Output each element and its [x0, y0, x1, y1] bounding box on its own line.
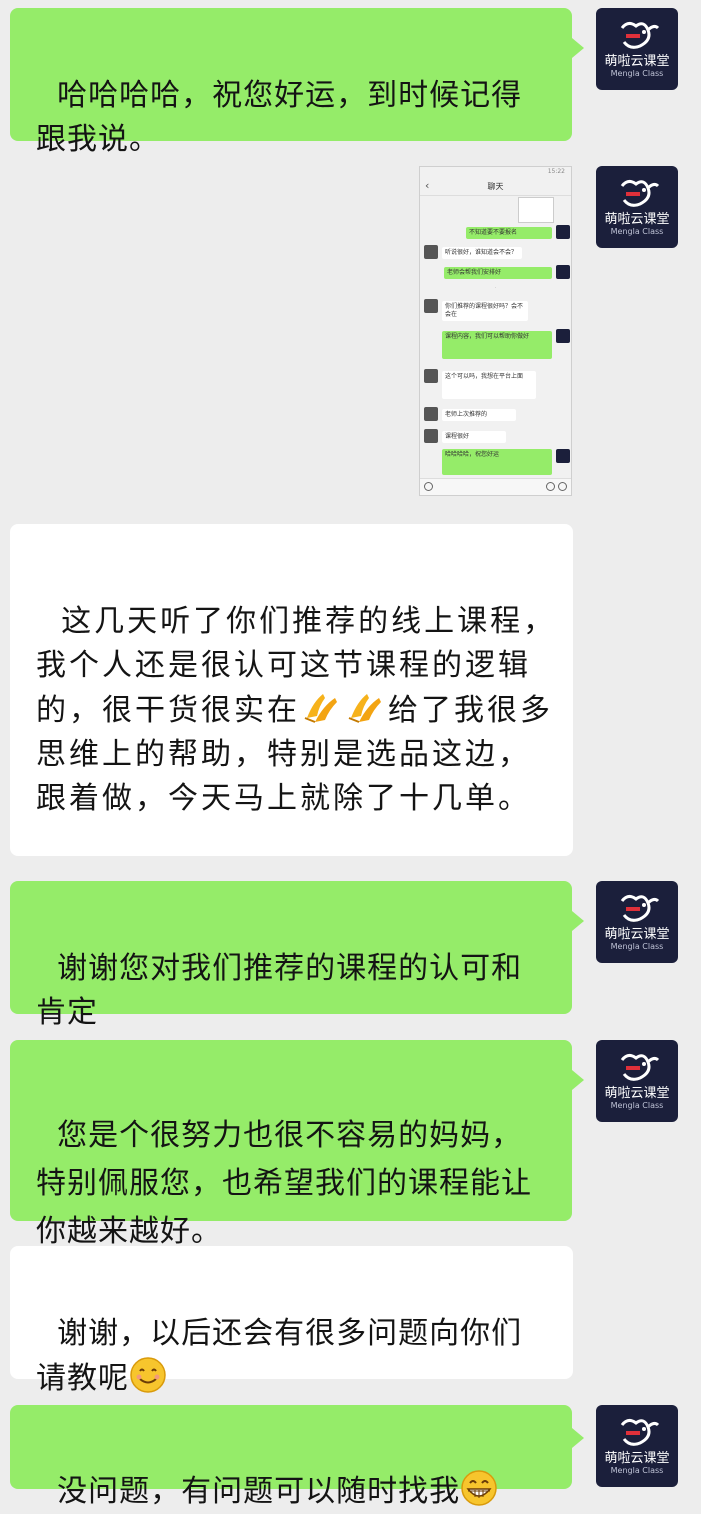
message-bubble-7: 没问题，有问题可以随时找我: [10, 1405, 572, 1509]
thumb-avatar: [556, 225, 570, 239]
mengla-logo-icon: [620, 894, 660, 922]
message-text: 谢谢，以后还会有很多问题向你们请教呢: [36, 1316, 523, 1396]
bubble-tail: [572, 38, 584, 58]
avatar[interactable]: 萌啦云课堂 Mengla Class: [596, 166, 678, 248]
mengla-logo-icon: [620, 1418, 660, 1446]
message-text: 哈哈哈哈，祝您好运，到时候记得跟我说。: [36, 78, 523, 157]
mengla-logo-icon: [620, 21, 660, 49]
avatar-name: 萌啦云课堂: [604, 927, 670, 942]
bubble-tail: [572, 911, 584, 931]
thumb-avatar: [424, 245, 438, 259]
thumb-avatar: [556, 329, 570, 343]
bubble-tail: [572, 1070, 584, 1090]
avatar-sub: Mengla Class: [610, 1101, 664, 1110]
voice-icon: [424, 482, 433, 491]
bubble-tail: [572, 1428, 584, 1448]
thumb-timestamp: ·: [494, 285, 497, 291]
thumb-bubble: 听说很好，谁知道会不会？: [442, 247, 522, 259]
mengla-logo-icon: [620, 179, 660, 207]
thumb-avatar: [424, 407, 438, 421]
folded-hands-icon: [348, 694, 381, 723]
folded-hands-icon: [304, 694, 337, 723]
message-bubble-6: 谢谢，以后还会有很多问题向你们请教呢: [10, 1246, 573, 1396]
thumb-bubble: 老师上次推荐的: [442, 409, 516, 421]
shared-screenshot-image[interactable]: 15:22 ‹ 聊天 不知道要不要报名 听说很好，谁知道会不会？ 老师会帮我们安…: [419, 166, 572, 496]
thumb-avatar: [424, 299, 438, 313]
thumb-bubble: 课程内容，我们可以帮助你做好: [442, 331, 552, 359]
thumb-bubble: 你们推荐的课程很好吗？会不会在: [442, 301, 528, 321]
avatar-sub: Mengla Class: [610, 69, 664, 78]
thumb-avatar: [556, 449, 570, 463]
avatar-sub: Mengla Class: [610, 227, 664, 236]
avatar-name: 萌啦云课堂: [604, 212, 670, 227]
thumb-bubble: 不知道要不要报名: [466, 227, 552, 239]
thumb-bubble: 哈哈哈哈，祝您好运: [442, 449, 552, 475]
avatar[interactable]: 萌啦云课堂 Mengla Class: [596, 8, 678, 90]
avatar[interactable]: 萌啦云课堂 Mengla Class: [596, 1405, 678, 1487]
avatar[interactable]: 萌啦云课堂 Mengla Class: [596, 881, 678, 963]
add-icon: [558, 482, 567, 491]
message-text: 您是个很努力也很不容易的妈妈，特别佩服您，也希望我们的课程能让你越来越好。: [36, 1118, 532, 1249]
thumb-bubble: 老师会帮我们安排好: [444, 267, 552, 279]
message-bubble-1: 哈哈哈哈，祝您好运，到时候记得跟我说。: [10, 8, 572, 157]
message-text: 谢谢您对我们推荐的课程的认可和肯定: [36, 951, 523, 1030]
avatar-name: 萌啦云课堂: [604, 1086, 670, 1101]
thumb-bubble: 这个可以吗，我想在平台上面: [442, 371, 536, 399]
emoji-icon: [546, 482, 555, 491]
thumb-avatar: [424, 369, 438, 383]
avatar-name: 萌啦云课堂: [604, 54, 670, 69]
thumb-nav-bar: ‹ 聊天: [420, 177, 571, 196]
thumb-avatar: [556, 265, 570, 279]
thumb-avatar: [424, 429, 438, 443]
message-bubble-5: 您是个很努力也很不容易的妈妈，特别佩服您，也希望我们的课程能让你越来越好。: [10, 1040, 572, 1249]
message-bubble-4: 谢谢您对我们推荐的课程的认可和肯定: [10, 881, 572, 1030]
thumb-image-icon: [518, 197, 554, 223]
grinning-face-icon: [461, 1470, 497, 1506]
thumb-bubble: 课程很好: [442, 431, 506, 443]
thumb-input-bar: [420, 478, 571, 495]
message-text: 没问题，有问题可以随时找我: [57, 1474, 461, 1509]
avatar-name: 萌啦云课堂: [604, 1451, 670, 1466]
thumb-title: 聊天: [487, 182, 504, 191]
thumb-status-bar: 15:22: [547, 168, 565, 175]
avatar-sub: Mengla Class: [610, 942, 664, 951]
avatar-sub: Mengla Class: [610, 1466, 664, 1475]
mengla-logo-icon: [620, 1053, 660, 1081]
message-bubble-3: 这几天听了你们推荐的线上课程，我个人还是很认可这节课程的逻辑的，很干货很实在 给…: [10, 524, 573, 856]
avatar[interactable]: 萌啦云课堂 Mengla Class: [596, 1040, 678, 1122]
smiling-face-icon: [130, 1357, 166, 1393]
